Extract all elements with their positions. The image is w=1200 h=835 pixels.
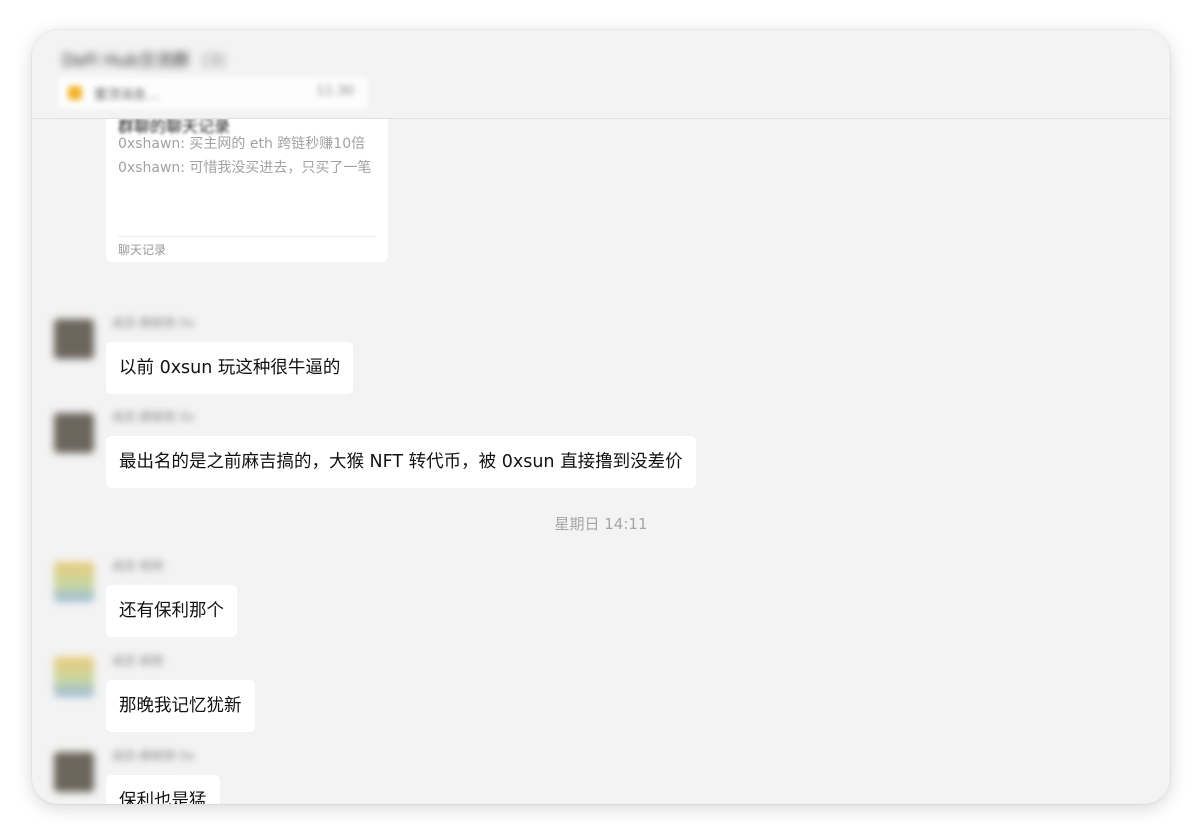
avatar[interactable] <box>54 562 94 602</box>
chat-record-card[interactable]: 群聊的聊天记录 0xshawn: 买主网的 eth 跨链秒赚10倍 0xshaw… <box>106 119 388 262</box>
sender-name: 成员 昵称 <box>112 654 164 668</box>
pinned-message-bar[interactable]: 置顶消息… 11:30 <box>58 77 368 109</box>
message-bubble[interactable]: 最出名的是之前麻吉搞的，大猴 NFT 转代币，被 0xsun 直接撸到没差价 <box>106 436 696 488</box>
avatar[interactable] <box>54 657 94 697</box>
sender-name: 成员 昵称 <box>112 559 164 573</box>
record-line: 0xshawn: 可惜我没买进去，只买了一笔 <box>118 159 372 176</box>
message-bubble[interactable]: 还有保利那个 <box>106 585 237 637</box>
record-divider <box>118 236 376 237</box>
member-count: (3) <box>201 51 226 71</box>
chat-title[interactable]: DeFi Hub交流群 (3) <box>62 46 226 71</box>
message-list[interactable]: 群聊的聊天记录 0xshawn: 买主网的 eth 跨链秒赚10倍 0xshaw… <box>32 119 1170 804</box>
chat-window: DeFi Hub交流群 (3) 置顶消息… 11:30 群聊的聊天记录 0xsha… <box>32 30 1170 804</box>
pinned-text: 置顶消息… <box>94 88 160 103</box>
sender-name: 成员·群昵称 0x <box>112 410 195 424</box>
pin-icon <box>68 86 82 100</box>
record-footer-label: 聊天记录 <box>118 243 167 257</box>
record-line: 0xshawn: 买主网的 eth 跨链秒赚10倍 <box>118 136 366 152</box>
chat-title-text: DeFi Hub交流群 <box>62 51 190 71</box>
message-bubble[interactable]: 以前 0xsun 玩这种很牛逼的 <box>106 342 354 394</box>
time-divider: 星期日 14:11 <box>554 515 648 533</box>
avatar[interactable] <box>54 413 94 453</box>
chat-header: DeFi Hub交流群 (3) 置顶消息… 11:30 <box>32 30 1170 119</box>
record-preview: 0xshawn: 买主网的 eth 跨链秒赚10倍 0xshawn: 可惜我没买… <box>118 133 376 180</box>
message-bubble[interactable]: 那晚我记忆犹新 <box>106 680 255 732</box>
avatar[interactable] <box>54 319 94 359</box>
sender-name: 成员·群昵称 0x <box>112 749 195 763</box>
message-bubble[interactable]: 保利也是猛 <box>106 775 220 804</box>
pinned-time: 11:30 <box>316 84 354 99</box>
avatar[interactable] <box>54 752 94 792</box>
sender-name: 成员·群昵称 0x <box>112 316 195 330</box>
